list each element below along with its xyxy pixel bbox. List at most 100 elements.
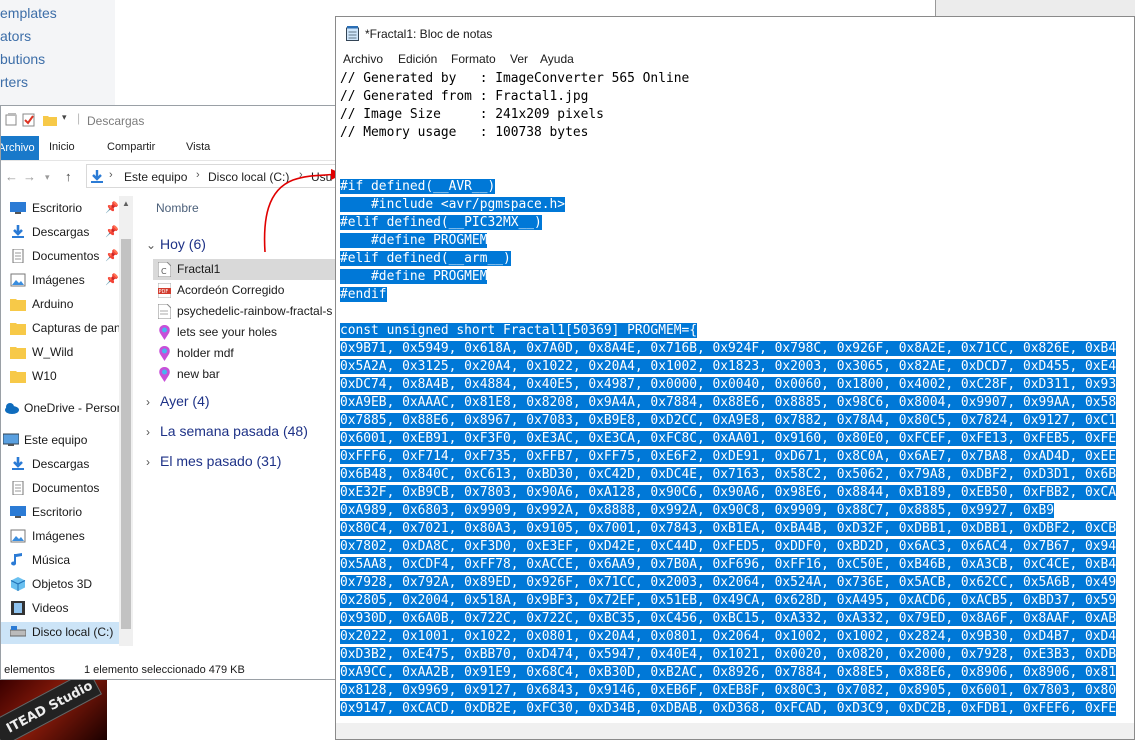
- code-line: // Image Size : 241x209 pixels: [340, 106, 1134, 124]
- group-header-hoy[interactable]: ⌄ Hoy (6): [146, 236, 206, 252]
- nav-item-imagenes-pinned[interactable]: Imágenes 📌: [1, 270, 133, 292]
- nav-item-onedrive[interactable]: OneDrive - Person: [1, 398, 133, 420]
- file-row-acordeon[interactable]: PDF Acordeón Corregido: [153, 280, 335, 301]
- music-note-icon: [11, 553, 22, 566]
- bg-link-ators[interactable]: ators: [0, 28, 31, 44]
- file-name: Fractal1: [177, 262, 221, 276]
- bg-link-templates[interactable]: emplates: [0, 5, 57, 21]
- pin-icon[interactable]: 📌: [105, 273, 119, 286]
- ribbon-tab-vista[interactable]: Vista: [186, 141, 210, 153]
- video-film-icon: [11, 601, 25, 615]
- nav-item-descargas[interactable]: Descargas: [1, 454, 133, 476]
- file-name: Acordeón Corregido: [177, 283, 285, 297]
- checkmark-doc-icon[interactable]: [22, 113, 36, 127]
- pictures-icon: [10, 529, 26, 543]
- file-row-new-bar[interactable]: new bar: [153, 364, 335, 385]
- nav-item-videos[interactable]: Videos: [1, 598, 133, 620]
- paint-3d-icon: [159, 367, 170, 382]
- download-location-icon: [91, 170, 103, 183]
- recent-dropdown-icon[interactable]: ▾: [45, 172, 50, 183]
- code-line: 0x9B71, 0x5949, 0x618A, 0x7A0D, 0x8A4E, …: [340, 340, 1134, 358]
- breadcrumb-este-equipo[interactable]: Este equipo: [124, 170, 187, 184]
- nav-item-objetos-3d[interactable]: Objetos 3D: [1, 574, 133, 596]
- properties-icon[interactable]: [5, 113, 19, 127]
- back-arrow-icon[interactable]: ←: [5, 169, 18, 184]
- group-header-ayer[interactable]: › Ayer (4): [146, 393, 210, 409]
- navigation-scrollbar[interactable]: ▲: [119, 196, 133, 646]
- bg-link-butions[interactable]: butions: [0, 51, 45, 67]
- group-header-mes[interactable]: › El mes pasado (31): [146, 453, 281, 469]
- column-header-nombre[interactable]: Nombre: [156, 201, 199, 215]
- nav-item-escritorio[interactable]: Escritorio 📌: [1, 198, 133, 220]
- code-line: 0xE32F, 0xB9CB, 0x7803, 0x90A6, 0xA128, …: [340, 484, 1134, 502]
- title-separator: |: [77, 111, 81, 125]
- nav-item-escritorio-2[interactable]: Escritorio: [1, 502, 133, 524]
- nav-item-este-equipo[interactable]: Este equipo: [1, 430, 133, 452]
- code-line-text: #elif defined(__arm__): [340, 251, 511, 266]
- status-item-count: 9 elementos: [0, 664, 55, 676]
- bg-link-rters[interactable]: rters: [0, 74, 28, 90]
- file-name: lets see your holes: [177, 325, 278, 339]
- menu-ver[interactable]: Ver: [510, 52, 528, 66]
- nav-item-documentos[interactable]: Documentos: [1, 478, 133, 500]
- notepad-text-editor[interactable]: // Generated by : ImageConverter 565 Onl…: [340, 70, 1134, 720]
- code-line-text: // Generated by : ImageConverter 565 Onl…: [340, 71, 690, 86]
- file-row-holder-mdf[interactable]: holder mdf: [153, 343, 335, 364]
- nav-item-label: Imágenes: [32, 529, 85, 543]
- file-row-lets-see[interactable]: lets see your holes: [153, 322, 335, 343]
- nav-item-w10[interactable]: W10: [1, 366, 133, 388]
- nav-item-w-wild[interactable]: W_Wild: [1, 342, 133, 364]
- menu-archivo[interactable]: Archivo: [343, 52, 383, 66]
- code-line: 0x6B48, 0x840C, 0xC613, 0xBD30, 0xC42D, …: [340, 466, 1134, 484]
- code-line: #elif defined(__arm__): [340, 250, 1134, 268]
- group-label: Ayer (4): [160, 393, 210, 409]
- scrollbar-thumb[interactable]: [121, 239, 131, 629]
- code-line-text: #define PROGMEM: [340, 233, 488, 248]
- nav-item-musica[interactable]: Música: [1, 550, 133, 572]
- ribbon-tab-compartir[interactable]: Compartir: [107, 141, 155, 153]
- menu-ayuda[interactable]: Ayuda: [540, 52, 574, 66]
- nav-item-descargas-pinned[interactable]: Descargas 📌: [1, 222, 133, 244]
- forward-arrow-icon[interactable]: →: [23, 169, 36, 184]
- file-row-psychedelic[interactable]: psychedelic-rainbow-fractal-s: [153, 301, 335, 322]
- nav-item-arduino[interactable]: Arduino: [1, 294, 133, 316]
- pin-icon[interactable]: 📌: [105, 249, 119, 262]
- nav-item-label: Imágenes: [32, 273, 85, 287]
- nav-item-label: Disco local (C:): [32, 625, 114, 639]
- nav-item-documentos-pinned[interactable]: Documentos 📌: [1, 246, 133, 268]
- nav-item-label: Capturas de pan: [32, 321, 121, 335]
- code-line-text: #elif defined(__PIC32MX__): [340, 215, 542, 230]
- pictures-icon: [10, 273, 26, 287]
- file-name: new bar: [177, 367, 220, 381]
- folder-icon: [10, 347, 26, 359]
- chevron-right-icon: ›: [146, 455, 150, 469]
- nav-item-disco-local[interactable]: Disco local (C:): [1, 622, 133, 644]
- pin-icon[interactable]: 📌: [105, 225, 119, 238]
- menu-edicion[interactable]: Edición: [398, 52, 437, 66]
- pin-icon[interactable]: 📌: [105, 201, 119, 214]
- nav-item-label: Descargas: [32, 457, 90, 471]
- code-line-text: 0xDC74, 0x8A4B, 0x4884, 0x40E5, 0x4987, …: [340, 377, 1117, 392]
- group-header-semana[interactable]: › La semana pasada (48): [146, 423, 308, 439]
- menu-formato[interactable]: Formato: [451, 52, 496, 66]
- horizontal-scrollbar[interactable]: [336, 723, 1134, 739]
- file-row-fractal1[interactable]: C Fractal1: [153, 259, 335, 280]
- quick-access-dropdown-icon[interactable]: ▾: [62, 112, 67, 123]
- notepad-title: *Fractal1: Bloc de notas: [365, 27, 493, 41]
- code-line: 0x9147, 0xCACD, 0xDB2E, 0xFC30, 0xD34B, …: [340, 700, 1134, 718]
- folder-icon: [10, 299, 26, 311]
- ribbon-tab-inicio[interactable]: Inicio: [49, 141, 75, 153]
- code-line: 0xA989, 0x6803, 0x9909, 0x992A, 0x8888, …: [340, 502, 1134, 520]
- code-line-text: 0x6001, 0xEB91, 0xF3F0, 0xE3AC, 0xE3CA, …: [340, 431, 1117, 446]
- documents-icon: [12, 249, 24, 263]
- ribbon-tab-archivo[interactable]: Archivo: [1, 136, 39, 160]
- chevron-right-icon: ›: [146, 395, 150, 409]
- up-arrow-icon[interactable]: ↑: [65, 169, 72, 184]
- new-folder-icon[interactable]: [43, 113, 57, 127]
- nav-item-capturas[interactable]: Capturas de pan: [1, 318, 133, 340]
- paint-3d-icon: [159, 346, 170, 361]
- scroll-up-icon[interactable]: ▲: [122, 199, 130, 208]
- nav-item-imagenes[interactable]: Imágenes: [1, 526, 133, 548]
- nav-item-label: Escritorio: [32, 201, 83, 215]
